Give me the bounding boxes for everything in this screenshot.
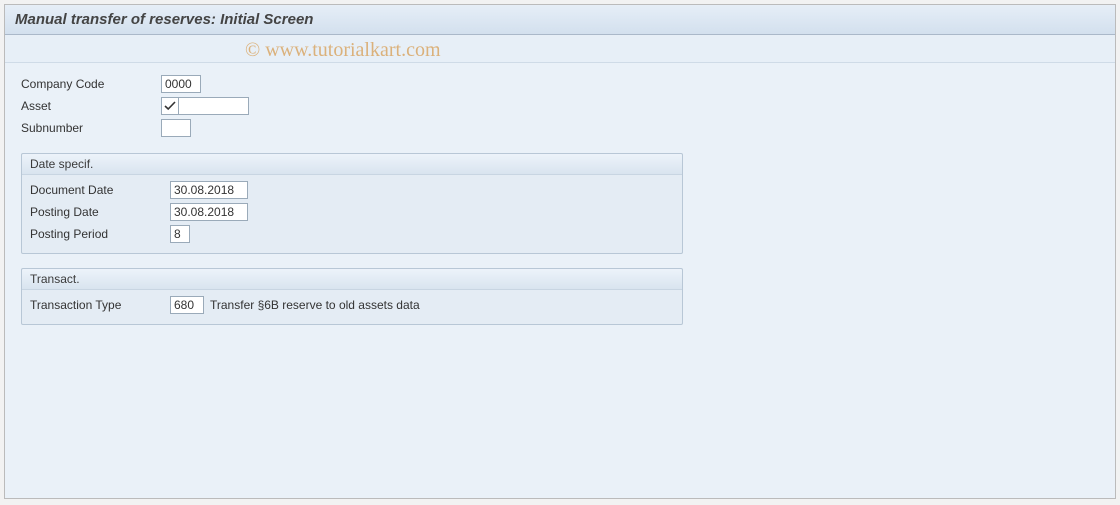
check-icon	[164, 100, 176, 112]
transaction-type-field[interactable]	[170, 296, 204, 314]
toolbar-strip	[5, 35, 1115, 63]
subnumber-field[interactable]	[161, 119, 191, 137]
transaction-type-description: Transfer §6B reserve to old assets data	[210, 298, 420, 312]
asset-checkbox[interactable]	[161, 97, 179, 115]
company-code-label: Company Code	[21, 75, 161, 93]
asset-label: Asset	[21, 97, 161, 115]
app-frame: Manual transfer of reserves: Initial Scr…	[4, 4, 1116, 499]
posting-date-field[interactable]	[170, 203, 248, 221]
document-date-field[interactable]	[170, 181, 248, 199]
transaction-type-label: Transaction Type	[30, 296, 170, 314]
subnumber-label: Subnumber	[21, 119, 161, 137]
asset-field[interactable]	[179, 97, 249, 115]
transact-title: Transact.	[22, 269, 682, 290]
posting-period-label: Posting Period	[30, 225, 170, 243]
date-specif-title: Date specif.	[22, 154, 682, 175]
posting-period-field[interactable]	[170, 225, 190, 243]
company-code-field[interactable]	[161, 75, 201, 93]
content-area: Company Code Asset Subnumber Date specif…	[5, 63, 1115, 335]
document-date-label: Document Date	[30, 181, 170, 199]
posting-date-label: Posting Date	[30, 203, 170, 221]
transact-group: Transact. Transaction Type Transfer §6B …	[21, 268, 683, 325]
window-title: Manual transfer of reserves: Initial Scr…	[5, 5, 1115, 35]
date-specif-group: Date specif. Document Date Posting Date …	[21, 153, 683, 254]
